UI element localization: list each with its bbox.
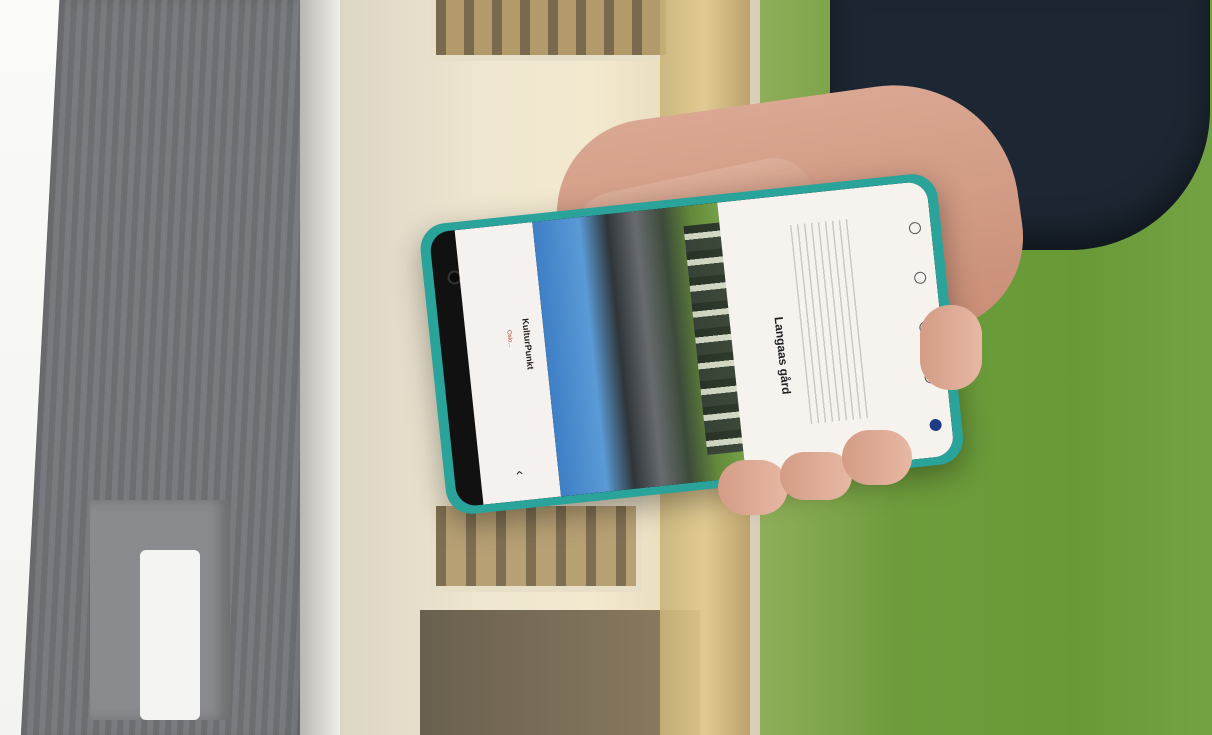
window-bottom (430, 500, 642, 592)
window-top (430, 0, 672, 61)
photo-background: KulturPunkt Oslo... ‹ › Langaas gård (0, 0, 1212, 735)
finger-4 (920, 305, 982, 390)
left-card-title: KulturPunkt (520, 317, 536, 371)
left-card-subtitle[interactable]: Oslo... (505, 330, 513, 348)
home-icon[interactable] (929, 418, 943, 432)
roof-edge (300, 0, 340, 735)
finger-1 (718, 460, 788, 515)
chevron-down-icon[interactable]: ‹ (512, 469, 528, 475)
nav-icon-4[interactable] (913, 271, 927, 285)
chimney-cap (140, 550, 200, 720)
nav-icon-5[interactable] (908, 221, 922, 235)
finger-3 (842, 430, 912, 485)
house-photo (532, 202, 798, 497)
door (420, 610, 700, 735)
